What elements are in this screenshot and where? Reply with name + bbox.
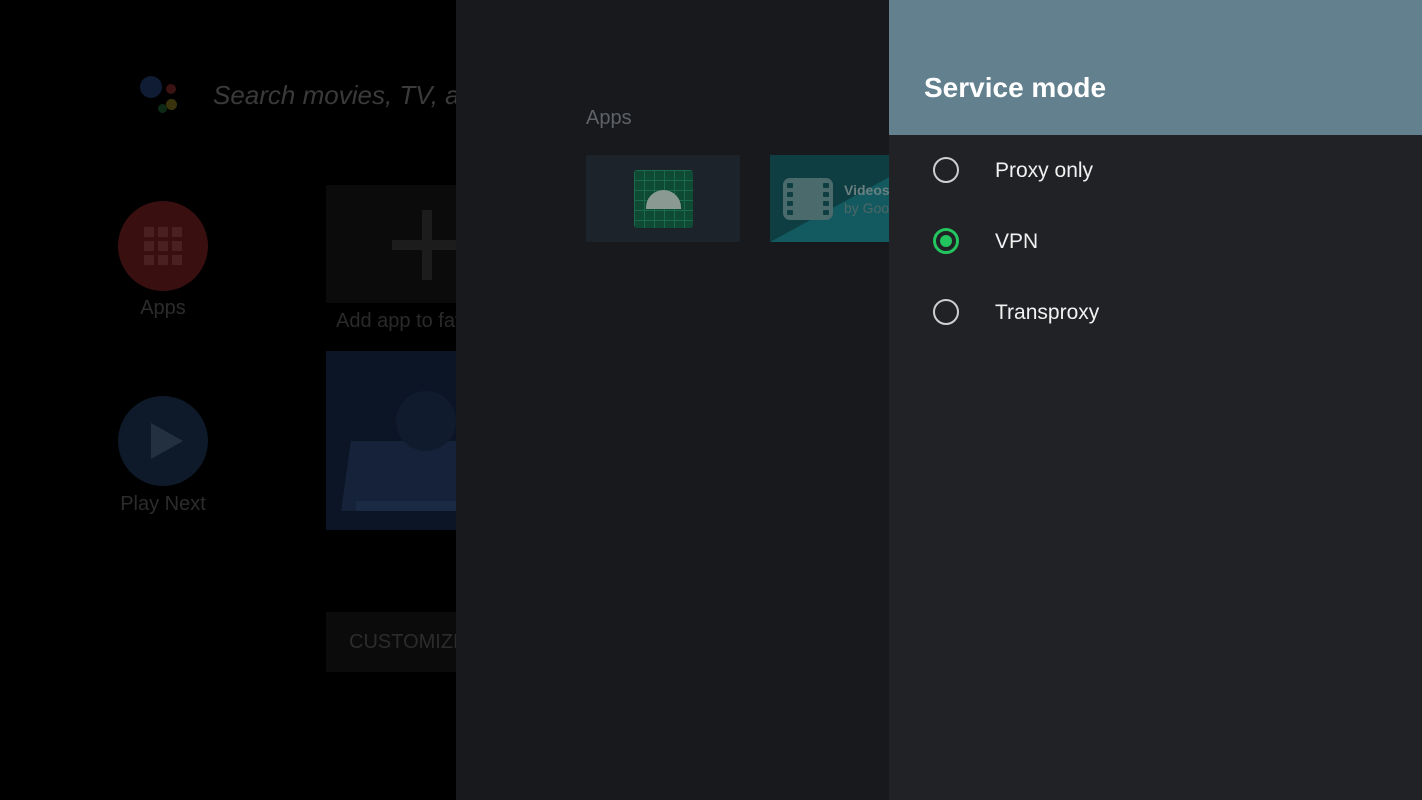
apps-heading: Apps: [586, 107, 632, 129]
launcher-background: Search movies, TV, and more Apps Play Ne…: [0, 0, 456, 800]
option-proxy-only[interactable]: Proxy only: [889, 142, 1422, 202]
film-icon: [783, 178, 833, 220]
radio-button[interactable]: [933, 299, 959, 325]
option-transproxy[interactable]: Transproxy: [889, 284, 1422, 344]
apps-grid-icon: [144, 227, 182, 265]
dialog-title: Service mode: [924, 72, 1107, 103]
option-vpn[interactable]: VPN: [889, 213, 1422, 273]
customize-channels-label: CUSTOMIZE CHANNELS: [349, 631, 456, 653]
option-label: VPN: [995, 230, 1039, 253]
option-label: Transproxy: [995, 301, 1100, 324]
promo-tile[interactable]: [326, 351, 456, 530]
videos-app-title: Videos: [844, 182, 889, 198]
apps-nav-label: Apps: [140, 297, 186, 319]
app-tile-videos[interactable]: Videos by Google: [770, 155, 889, 242]
add-favorite-tile[interactable]: [326, 185, 456, 303]
app-tile-android[interactable]: [586, 155, 740, 242]
play-next-nav-label: Play Next: [120, 493, 206, 515]
play-icon: [151, 423, 183, 459]
radio-button-checked[interactable]: [933, 228, 959, 254]
google-assistant-icon[interactable]: [138, 74, 184, 118]
add-favorite-label: Add app to favorites: [336, 310, 456, 332]
radio-button[interactable]: [933, 157, 959, 183]
dialog-header: Service mode: [889, 0, 1422, 135]
play-next-nav-button[interactable]: [118, 396, 208, 486]
android-app-icon: [634, 170, 693, 228]
service-mode-dialog: Service mode Proxy only VPN Transproxy: [889, 0, 1422, 800]
apps-panel: Apps Videos by Google: [456, 0, 889, 800]
apps-nav-button[interactable]: [118, 201, 208, 291]
videos-app-subtitle: by Google: [844, 200, 889, 216]
search-input[interactable]: Search movies, TV, and more: [213, 80, 456, 111]
option-label: Proxy only: [995, 159, 1094, 182]
